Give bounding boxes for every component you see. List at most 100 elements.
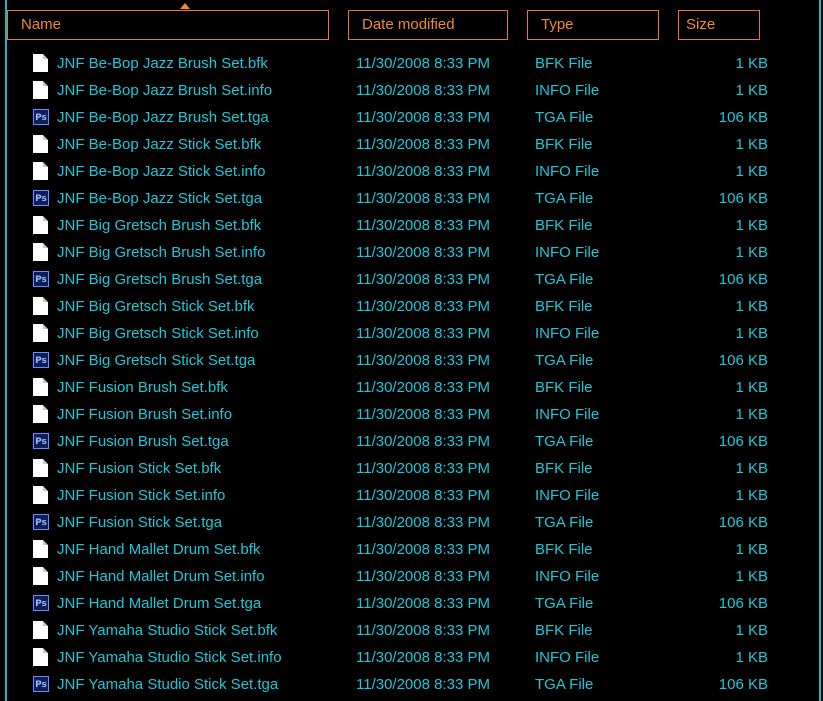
file-row[interactable]: Ps JNF Yamaha Studio Stick Set.tga 11/30/2… <box>0 671 823 698</box>
file-date-modified: 11/30/2008 8:33 PM <box>356 352 490 369</box>
file-row[interactable]: JNF Fusion Brush Set.info 11/30/2008 8:33… <box>0 401 823 428</box>
file-size: 1 KB <box>735 55 768 72</box>
photoshop-icon: Ps <box>33 352 49 368</box>
file-row[interactable]: JNF Hand Mallet Drum Set.bfk 11/30/2008 8… <box>0 536 823 563</box>
file-name: JNF Fusion Stick Set.info <box>57 487 226 504</box>
file-date-modified: 11/30/2008 8:33 PM <box>356 190 490 207</box>
file-type: TGA File <box>535 190 594 207</box>
file-date-modified: 11/30/2008 8:33 PM <box>356 244 490 261</box>
column-header-date-label: Date modified <box>362 16 455 33</box>
file-date-modified: 11/30/2008 8:33 PM <box>356 325 490 342</box>
file-size: 106 KB <box>718 514 768 531</box>
document-icon <box>33 405 48 423</box>
file-size: 1 KB <box>735 82 768 99</box>
file-row[interactable]: Ps JNF Big Gretsch Brush Set.tga 11/30/200… <box>0 266 823 293</box>
file-size: 1 KB <box>735 379 768 396</box>
file-size: 1 KB <box>735 487 768 504</box>
column-header-name[interactable]: Name <box>7 3 329 40</box>
file-size: 106 KB <box>718 271 768 288</box>
document-icon <box>33 486 48 504</box>
file-row[interactable]: Ps JNF Be-Bop Jazz Brush Set.tga 11/30/200… <box>0 104 823 131</box>
document-icon <box>33 567 48 585</box>
file-name: JNF Yamaha Studio Stick Set.tga <box>57 676 279 693</box>
file-size: 1 KB <box>735 325 768 342</box>
file-row[interactable]: Ps JNF Be-Bop Jazz Stick Set.tga 11/30/200… <box>0 185 823 212</box>
file-size: 1 KB <box>735 649 768 666</box>
file-row[interactable]: JNF Big Gretsch Brush Set.bfk 11/30/2008 … <box>0 212 823 239</box>
photoshop-icon: Ps <box>33 595 49 611</box>
document-icon <box>33 297 48 315</box>
photoshop-icon: Ps <box>33 514 49 530</box>
file-date-modified: 11/30/2008 8:33 PM <box>356 460 490 477</box>
file-row[interactable]: JNF Yamaha Studio Stick Set.bfk 11/30/200… <box>0 617 823 644</box>
file-date-modified: 11/30/2008 8:33 PM <box>356 55 490 72</box>
file-size: 106 KB <box>718 352 768 369</box>
document-icon <box>33 243 48 261</box>
file-date-modified: 11/30/2008 8:33 PM <box>356 379 490 396</box>
file-row[interactable]: JNF Be-Bop Jazz Brush Set.bfk 11/30/2008 … <box>0 50 823 77</box>
file-size: 106 KB <box>718 433 768 450</box>
file-type: TGA File <box>535 352 594 369</box>
file-date-modified: 11/30/2008 8:33 PM <box>356 514 490 531</box>
column-header-size[interactable]: Size <box>678 10 760 40</box>
file-name: JNF Fusion Stick Set.tga <box>57 514 223 531</box>
column-header-date[interactable]: Date modified <box>348 10 508 40</box>
file-row[interactable]: Ps JNF Fusion Brush Set.tga 11/30/2008 8:3… <box>0 428 823 455</box>
file-type: BFK File <box>535 541 593 558</box>
photoshop-icon: Ps <box>33 271 49 287</box>
file-name: JNF Be-Bop Jazz Stick Set.tga <box>57 190 263 207</box>
file-type: TGA File <box>535 595 594 612</box>
file-row[interactable]: JNF Fusion Stick Set.info 11/30/2008 8:33… <box>0 482 823 509</box>
photoshop-icon: Ps <box>33 433 49 449</box>
file-type: TGA File <box>535 514 594 531</box>
file-row[interactable]: JNF Fusion Stick Set.bfk 11/30/2008 8:33 … <box>0 455 823 482</box>
file-type: INFO File <box>535 244 600 261</box>
file-size: 106 KB <box>718 190 768 207</box>
file-type: TGA File <box>535 676 594 693</box>
file-row[interactable]: Ps JNF Fusion Stick Set.tga 11/30/2008 8:3… <box>0 509 823 536</box>
photoshop-icon: Ps <box>33 109 49 125</box>
file-row[interactable]: JNF Be-Bop Jazz Brush Set.info 11/30/2008… <box>0 77 823 104</box>
file-size: 1 KB <box>735 244 768 261</box>
document-icon <box>33 621 48 639</box>
file-date-modified: 11/30/2008 8:33 PM <box>356 433 490 450</box>
document-icon <box>33 162 48 180</box>
column-header-bar: Name Date modified Type Size <box>7 3 778 40</box>
file-date-modified: 11/30/2008 8:33 PM <box>356 136 490 153</box>
file-name: JNF Big Gretsch Stick Set.info <box>57 325 259 342</box>
file-type: BFK File <box>535 379 593 396</box>
file-row[interactable]: JNF Big Gretsch Brush Set.info 11/30/2008… <box>0 239 823 266</box>
file-size: 1 KB <box>735 406 768 423</box>
document-icon <box>33 324 48 342</box>
file-row[interactable]: JNF Be-Bop Jazz Stick Set.info 11/30/2008… <box>0 158 823 185</box>
photoshop-icon: Ps <box>33 190 49 206</box>
file-row[interactable]: JNF Hand Mallet Drum Set.info 11/30/2008 … <box>0 563 823 590</box>
file-row[interactable]: JNF Yamaha Studio Stick Set.info 11/30/20… <box>0 644 823 671</box>
file-date-modified: 11/30/2008 8:33 PM <box>356 541 490 558</box>
document-icon <box>33 540 48 558</box>
file-type: BFK File <box>535 622 593 639</box>
file-type: INFO File <box>535 163 600 180</box>
column-header-name-label: Name <box>21 16 62 33</box>
file-row[interactable]: JNF Big Gretsch Stick Set.info 11/30/2008… <box>0 320 823 347</box>
file-row[interactable]: JNF Be-Bop Jazz Stick Set.bfk 11/30/2008 … <box>0 131 823 158</box>
file-name: JNF Hand Mallet Drum Set.bfk <box>57 541 261 558</box>
file-size: 1 KB <box>735 163 768 180</box>
file-row[interactable]: JNF Fusion Brush Set.bfk 11/30/2008 8:33 … <box>0 374 823 401</box>
file-row[interactable]: JNF Big Gretsch Stick Set.bfk 11/30/2008 … <box>0 293 823 320</box>
file-date-modified: 11/30/2008 8:33 PM <box>356 676 490 693</box>
file-date-modified: 11/30/2008 8:33 PM <box>356 406 490 423</box>
column-header-type[interactable]: Type <box>527 10 659 40</box>
file-row[interactable]: Ps JNF Big Gretsch Stick Set.tga 11/30/200… <box>0 347 823 374</box>
file-size: 1 KB <box>735 136 768 153</box>
document-icon <box>33 81 48 99</box>
file-name: JNF Be-Bop Jazz Brush Set.tga <box>57 109 269 126</box>
file-date-modified: 11/30/2008 8:33 PM <box>356 271 490 288</box>
file-name: JNF Fusion Brush Set.tga <box>57 433 229 450</box>
file-row[interactable]: Ps JNF Hand Mallet Drum Set.tga 11/30/2008… <box>0 590 823 617</box>
file-type: BFK File <box>535 217 593 234</box>
file-date-modified: 11/30/2008 8:33 PM <box>356 298 490 315</box>
file-date-modified: 11/30/2008 8:33 PM <box>356 109 490 126</box>
file-type: BFK File <box>535 55 593 72</box>
file-name: JNF Big Gretsch Stick Set.tga <box>57 352 256 369</box>
